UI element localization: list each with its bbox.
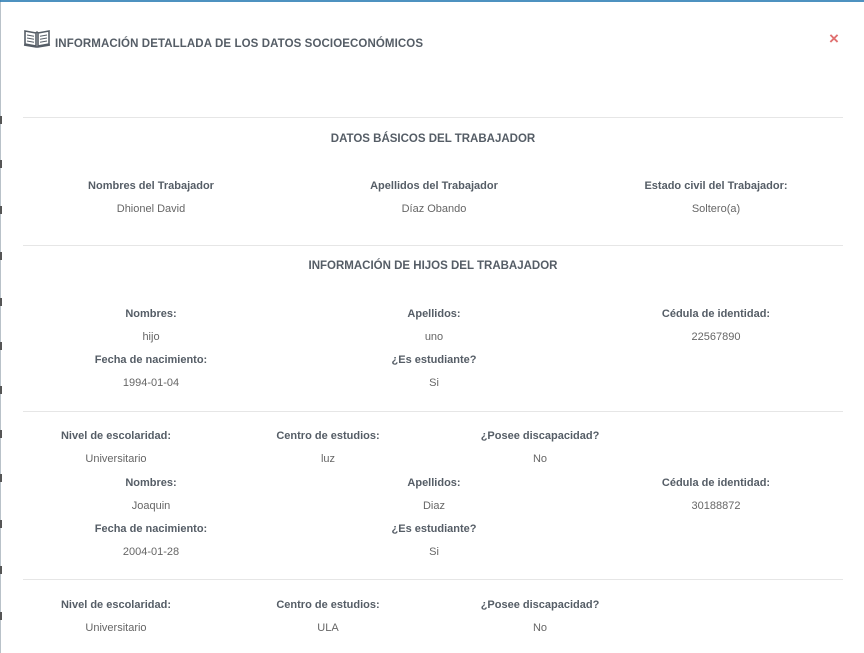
child-education-level-value: Universitario [85, 453, 147, 465]
child-names-label: Nombres: [125, 308, 177, 320]
child-surnames-label: Apellidos: [407, 477, 461, 489]
child-disability-label: ¿Posee discapacidad? [480, 599, 600, 611]
modal-header: INFORMACIÓN DETALLADA DE LOS DATOS SOCIO… [23, 28, 842, 58]
child-birthdate-value: 2004-01-28 [122, 546, 180, 558]
child-education-level-label: Nivel de escolaridad: [60, 599, 172, 611]
child-student-value: Si [429, 377, 439, 389]
open-book-icon [23, 28, 51, 53]
worker-civil-status-label: Estado civil del Trabajador: [644, 180, 788, 192]
child-disability-label: ¿Posee discapacidad? [480, 430, 600, 442]
child-surnames-label: Apellidos: [407, 308, 461, 320]
child-names-value: hijo [142, 331, 160, 343]
child-education-level-label: Nivel de escolaridad: [60, 430, 172, 442]
child-surnames-value: uno [424, 331, 444, 343]
child-id-label: Cédula de identidad: [661, 477, 771, 489]
child-education-level-value: Universitario [85, 622, 147, 634]
child-names-label: Nombres: [125, 477, 177, 489]
child-school-value: ULA [317, 622, 339, 634]
child-birthdate-label: Fecha de nacimiento: [94, 523, 208, 535]
worker-surnames-value: Díaz Obando [401, 203, 467, 215]
worker-names-value: Dhionel David [116, 203, 186, 215]
child-id-label: Cédula de identidad: [661, 308, 771, 320]
worker-section-title: DATOS BÁSICOS DEL TRABAJADOR [330, 133, 536, 145]
modal-title: INFORMACIÓN DETALLADA DE LOS DATOS SOCIO… [55, 38, 424, 50]
child-student-label: ¿Es estudiante? [391, 523, 477, 535]
child-surnames-value: Diaz [422, 500, 445, 512]
divider [23, 579, 843, 580]
child-id-value: 30188872 [691, 500, 741, 512]
divider [23, 117, 843, 118]
worker-names-label: Nombres del Trabajador [88, 180, 214, 192]
close-icon[interactable]: × [826, 30, 842, 48]
details-modal: INFORMACIÓN DETALLADA DE LOS DATOS SOCIO… [1, 2, 864, 653]
child-disability-value: No [532, 622, 548, 634]
divider [23, 245, 843, 246]
child-names-value: Joaquin [131, 500, 171, 512]
child-id-value: 22567890 [691, 331, 741, 343]
child-disability-value: No [532, 453, 548, 465]
child-birthdate-label: Fecha de nacimiento: [94, 354, 208, 366]
child-student-label: ¿Es estudiante? [391, 354, 477, 366]
child-student-value: Si [429, 546, 439, 558]
worker-surnames-label: Apellidos del Trabajador [370, 180, 498, 192]
worker-civil-status-value: Soltero(a) [691, 203, 741, 215]
child-school-label: Centro de estudios: [276, 430, 380, 442]
child-school-value: luz [320, 453, 336, 465]
child-school-label: Centro de estudios: [276, 599, 380, 611]
children-section-title: INFORMACIÓN DE HIJOS DEL TRABAJADOR [308, 260, 558, 272]
child-birthdate-value: 1994-01-04 [122, 377, 180, 389]
divider [23, 411, 843, 412]
